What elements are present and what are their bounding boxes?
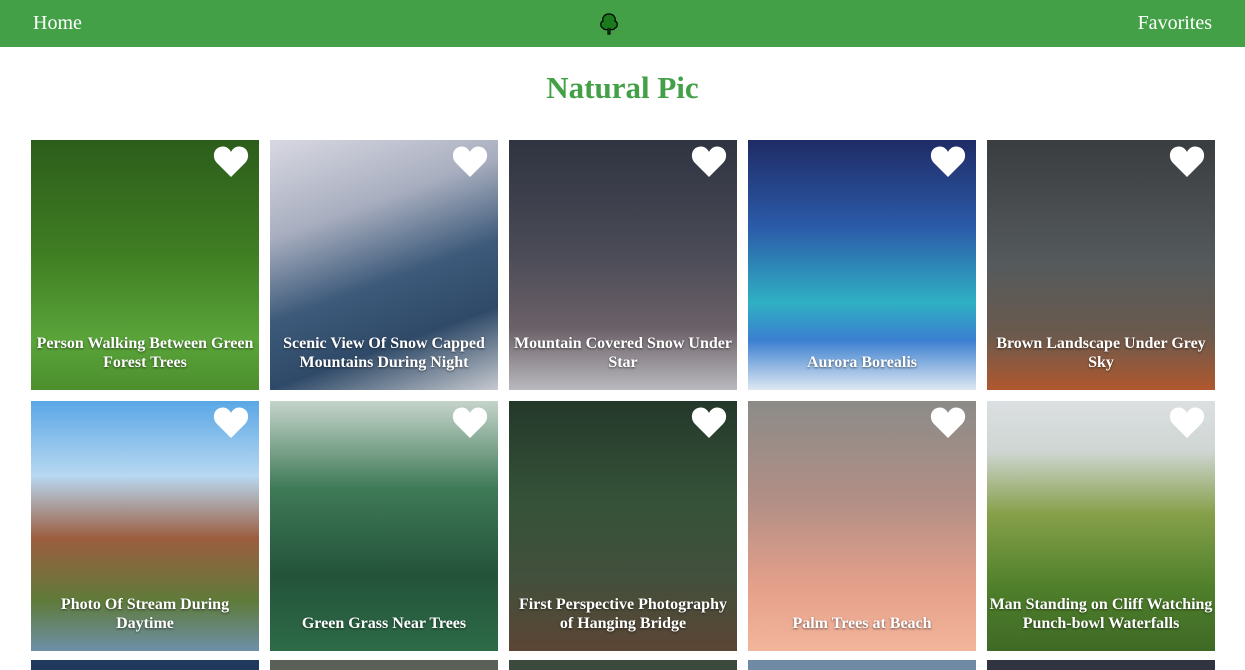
heart-icon[interactable]: [691, 144, 727, 178]
tree-icon[interactable]: [598, 13, 620, 35]
photo-card-partial[interactable]: [509, 660, 737, 670]
photo-card-partial[interactable]: [748, 660, 976, 670]
photo-card[interactable]: Man Standing on Cliff Watching Punch-bow…: [987, 401, 1215, 651]
photo-grid: Person Walking Between Green Forest Tree…: [31, 140, 1215, 651]
photo-card[interactable]: Mountain Covered Snow Under Star: [509, 140, 737, 390]
photo-caption: Green Grass Near Trees: [301, 615, 467, 632]
photo-caption: Mountain Covered Snow Under Star: [514, 335, 732, 371]
photo-caption: Palm Trees at Beach: [792, 615, 932, 632]
heart-icon[interactable]: [213, 144, 249, 178]
heart-icon[interactable]: [1169, 144, 1205, 178]
photo-card[interactable]: Aurora Borealis: [748, 140, 976, 390]
photo-card[interactable]: Brown Landscape Under Grey Sky: [987, 140, 1215, 390]
heart-icon[interactable]: [1169, 405, 1205, 439]
photo-caption: Aurora Borealis: [806, 354, 918, 371]
photo-card[interactable]: First Perspective Photography of Hanging…: [509, 401, 737, 651]
photo-card[interactable]: Photo Of Stream During Daytime: [31, 401, 259, 651]
photo-caption: Man Standing on Cliff Watching Punch-bow…: [989, 596, 1213, 632]
photo-card-partial[interactable]: [31, 660, 259, 670]
photo-card[interactable]: Person Walking Between Green Forest Tree…: [31, 140, 259, 390]
favorites-link[interactable]: Favorites: [1138, 12, 1212, 35]
heart-icon[interactable]: [213, 405, 249, 439]
photo-card-partial[interactable]: [987, 660, 1215, 670]
photo-card[interactable]: Green Grass Near Trees: [270, 401, 498, 651]
photo-caption: Scenic View Of Snow Capped Mountains Dur…: [283, 335, 485, 371]
page-title: Natural Pic: [546, 70, 699, 105]
photo-caption: Photo Of Stream During Daytime: [60, 596, 230, 632]
heart-icon[interactable]: [930, 144, 966, 178]
photo-card[interactable]: Palm Trees at Beach: [748, 401, 976, 651]
photo-caption: Brown Landscape Under Grey Sky: [996, 335, 1206, 371]
next-row-partial: [31, 660, 1215, 670]
heart-icon[interactable]: [691, 405, 727, 439]
heart-icon[interactable]: [452, 144, 488, 178]
photo-caption: First Perspective Photography of Hanging…: [519, 596, 727, 632]
home-link[interactable]: Home: [33, 12, 82, 35]
top-navbar: Home Favorites: [0, 0, 1245, 47]
photo-caption: Person Walking Between Green Forest Tree…: [36, 335, 254, 371]
heart-icon[interactable]: [930, 405, 966, 439]
heart-icon[interactable]: [452, 405, 488, 439]
photo-card-partial[interactable]: [270, 660, 498, 670]
photo-card[interactable]: Scenic View Of Snow Capped Mountains Dur…: [270, 140, 498, 390]
